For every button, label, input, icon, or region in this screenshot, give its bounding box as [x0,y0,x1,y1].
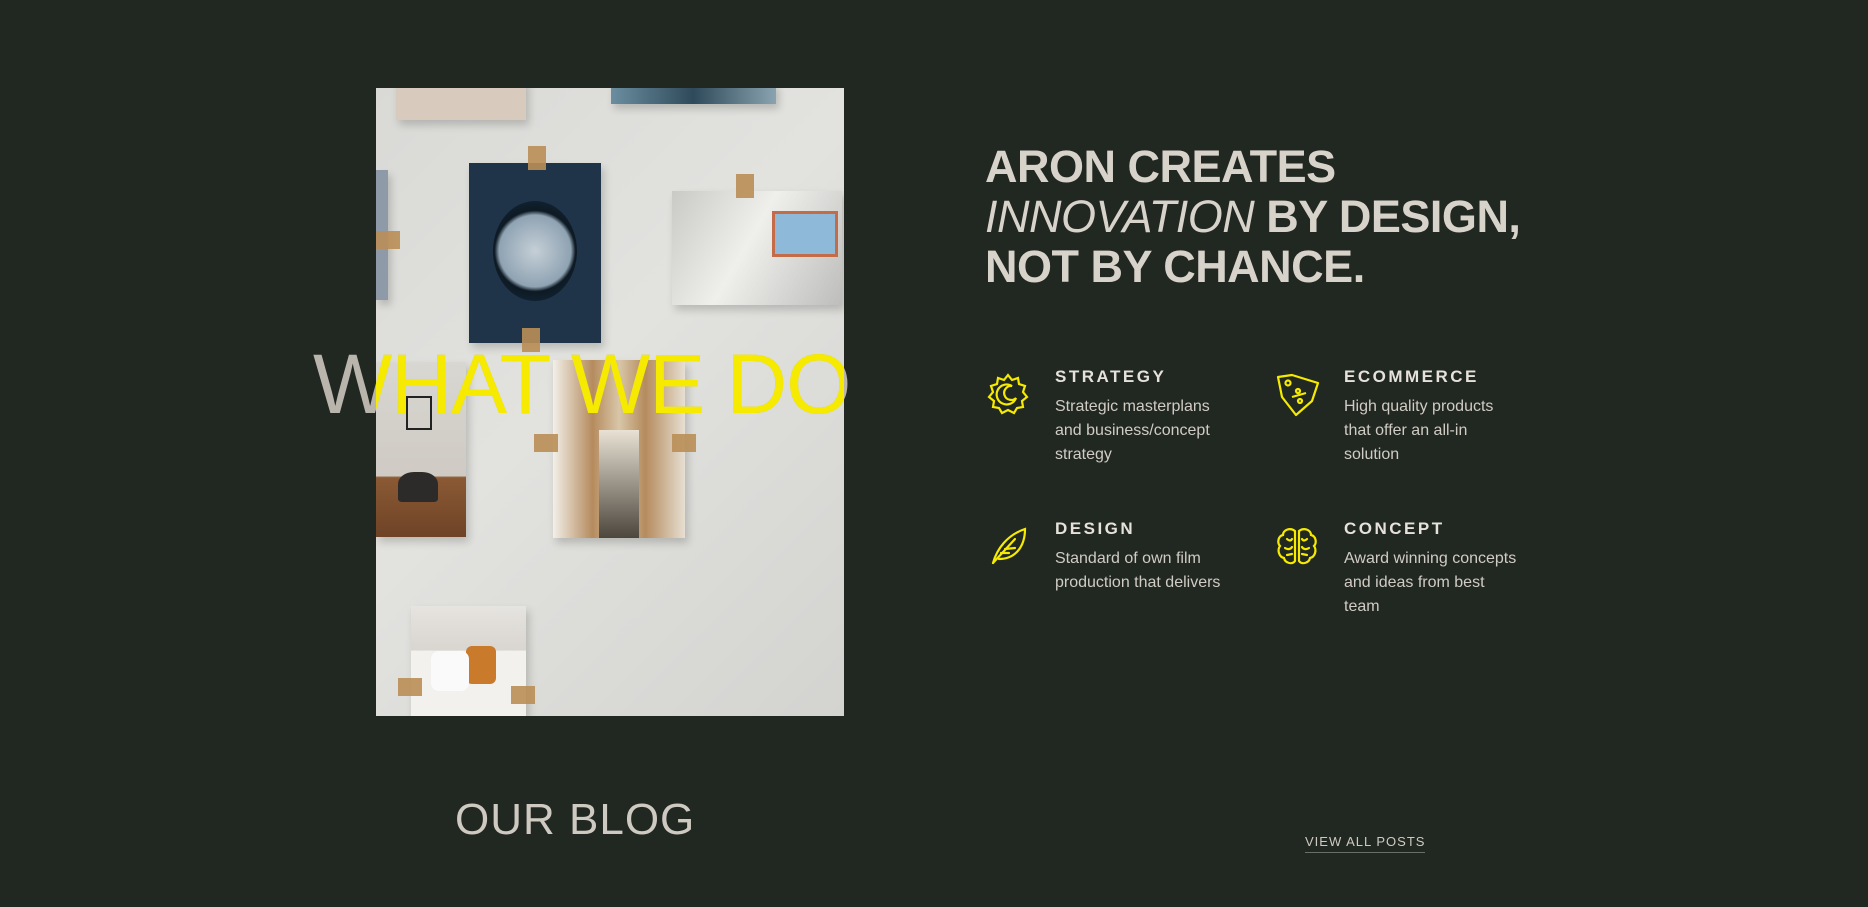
tape-strip [534,434,558,452]
tape-strip [528,146,546,170]
hero-headline: ARON CREATES INNOVATION BY DESIGN, NOT B… [985,142,1545,292]
blog-section-title: OUR BLOG [455,795,696,844]
section-title-what-we-do: WHAT WE DO WHAT WE DO [313,334,893,434]
photo-print-window [672,191,842,305]
photo-print-top-left [396,88,526,120]
tape-strip [376,231,400,249]
tape-strip [398,678,422,696]
brain-icon [1277,528,1317,565]
tape-strip [511,686,535,704]
tape-strip [672,434,696,452]
leaf-icon [991,527,1027,565]
feature-description: Standard of own film production that del… [1055,550,1221,591]
photo-print-porthole [469,163,601,343]
feature-description: High quality products that offer an all-… [1344,398,1494,463]
sun-strategy-icon [987,373,1029,415]
headline-italic: INNOVATION [985,191,1255,242]
headline-line-3: NOT BY CHANCE. [985,241,1365,292]
view-all-posts-link[interactable]: VIEW ALL POSTS [1305,834,1426,853]
section-title-text-highlight: WHAT WE DO [376,337,844,431]
headline-rest: BY DESIGN, [1254,191,1521,242]
section-title-highlight: WHAT WE DO [376,334,844,434]
feature-title: DESIGN [1055,519,1136,538]
headline-line-1: ARON CREATES [985,141,1336,192]
feature-title: ECOMMERCE [1344,367,1479,386]
feature-description: Strategic masterplans and business/conce… [1055,398,1210,463]
feature-title: CONCEPT [1344,519,1445,538]
tape-strip [736,174,754,198]
feature-description: Award winning concepts and ideas from be… [1344,550,1517,615]
feature-title: STRATEGY [1055,367,1167,386]
photo-print-pillows [411,606,526,716]
headline-line-2: INNOVATION BY DESIGN, [985,192,1545,242]
photo-print-top-right [611,88,776,104]
price-tag-icon [1276,373,1320,417]
